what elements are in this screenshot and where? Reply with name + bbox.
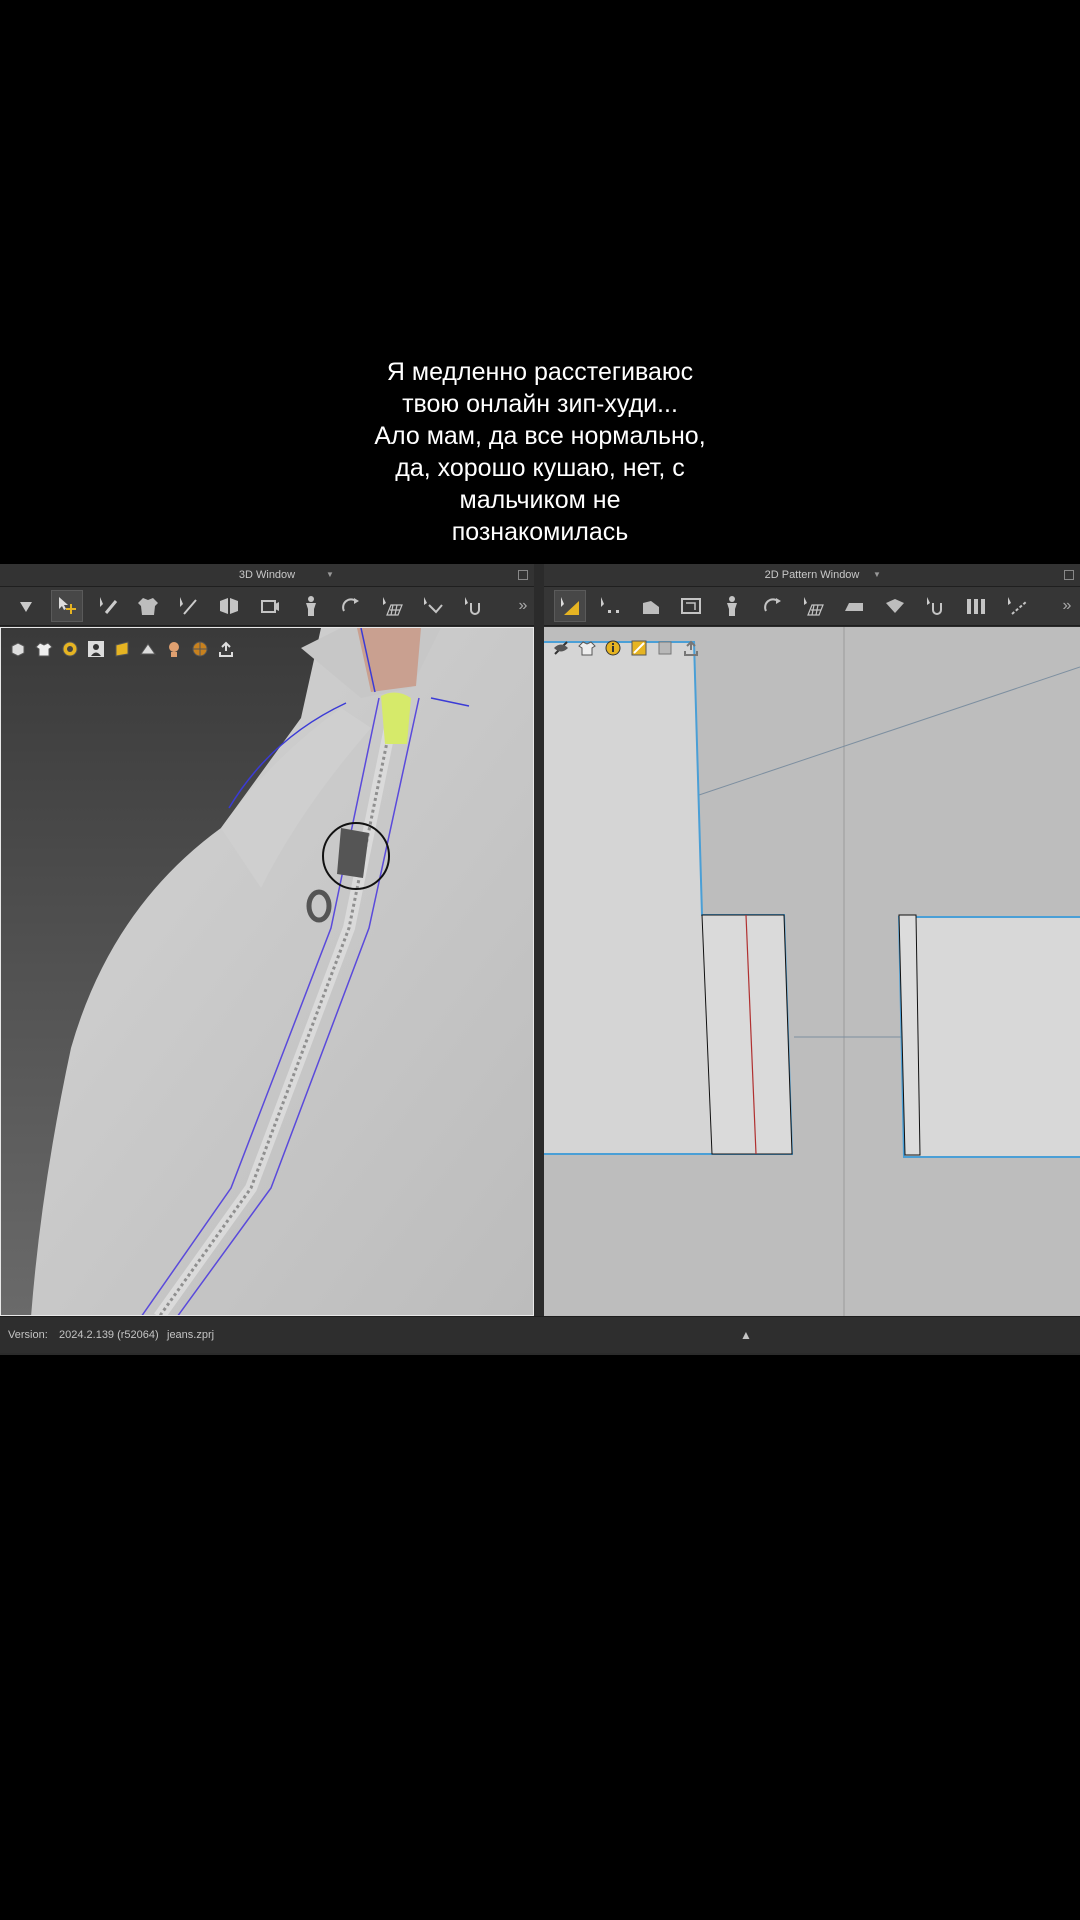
avatar-2d-icon[interactable] bbox=[716, 590, 748, 622]
window-3d-title: 3D Window bbox=[238, 569, 296, 581]
garment-3d-render bbox=[1, 628, 533, 1315]
window-3d-titlebar: 3D Window ▼ bbox=[0, 564, 534, 587]
export-icon[interactable] bbox=[215, 638, 237, 660]
grid-2d-icon[interactable] bbox=[797, 590, 829, 622]
pattern-2d-canvas bbox=[544, 627, 1080, 1316]
toolbar-3d-overflow-icon[interactable]: » bbox=[514, 593, 532, 619]
arrange-icon[interactable] bbox=[335, 590, 367, 622]
fold-icon[interactable] bbox=[213, 590, 245, 622]
columns-icon[interactable] bbox=[960, 590, 992, 622]
pane-splitter[interactable] bbox=[535, 564, 544, 1316]
cube-view-icon[interactable] bbox=[7, 638, 29, 660]
window-2d-dropdown-icon[interactable]: ▼ bbox=[873, 564, 881, 586]
zipper-2d-icon[interactable] bbox=[920, 590, 952, 622]
garment-icon[interactable] bbox=[132, 590, 164, 622]
window-3d-dropdown-icon[interactable]: ▼ bbox=[326, 564, 334, 586]
window-3d-undock-icon[interactable] bbox=[518, 570, 528, 580]
iron-icon[interactable] bbox=[838, 590, 870, 622]
avatar-icon[interactable] bbox=[295, 590, 327, 622]
camera-icon[interactable] bbox=[254, 590, 286, 622]
skin-icon[interactable] bbox=[163, 638, 185, 660]
expand-panel-icon[interactable]: ▲ bbox=[740, 1317, 752, 1353]
toolbar-3d: » bbox=[0, 587, 534, 626]
video-caption: Я медленно расстегиваюс твою онлайн зип-… bbox=[290, 356, 790, 548]
fabric-icon[interactable] bbox=[654, 637, 676, 659]
status-bar: Version: 2024.2.139 (r52064) jeans.zprj … bbox=[0, 1316, 1080, 1353]
rectangle-icon[interactable] bbox=[675, 590, 707, 622]
caption-line: познакомилась bbox=[451, 518, 629, 546]
edit-brush-icon[interactable] bbox=[92, 590, 124, 622]
toolbar-2d: » bbox=[544, 587, 1080, 626]
arrange-2d-icon[interactable] bbox=[757, 590, 789, 622]
sewing-icon[interactable] bbox=[417, 590, 449, 622]
pin-icon[interactable] bbox=[172, 590, 204, 622]
caption-line: твою онлайн зип-худи... bbox=[402, 390, 678, 418]
window-2d-titlebar: 2D Pattern Window ▼ bbox=[544, 564, 1080, 587]
render-icon[interactable] bbox=[189, 638, 211, 660]
fold-2d-icon[interactable] bbox=[879, 590, 911, 622]
select-move-icon[interactable] bbox=[51, 590, 83, 622]
avatar-view-icon[interactable] bbox=[85, 638, 107, 660]
edit-points-icon[interactable] bbox=[594, 590, 626, 622]
texture-view-icon[interactable] bbox=[59, 638, 81, 660]
viewport-2d[interactable] bbox=[544, 627, 1080, 1316]
version-value: 2024.2.139 (r52064) bbox=[59, 1329, 159, 1341]
info-icon[interactable] bbox=[602, 637, 624, 659]
texture-2d-icon[interactable] bbox=[628, 637, 650, 659]
export-2d-icon[interactable] bbox=[680, 637, 702, 659]
caption-line: Ало мам, да все нормально, bbox=[374, 422, 706, 450]
view-2d-toolbar bbox=[550, 637, 702, 659]
caption-line: мальчиком не bbox=[459, 486, 621, 514]
viewport-3d[interactable] bbox=[0, 627, 534, 1316]
toolbar-2d-overflow-icon[interactable]: » bbox=[1058, 593, 1076, 619]
surface-icon[interactable] bbox=[137, 638, 159, 660]
shading-icon[interactable] bbox=[111, 638, 133, 660]
caption-line: да, хорошо кушаю, нет, с bbox=[395, 454, 685, 482]
line-tool-icon[interactable] bbox=[1001, 590, 1033, 622]
garment-view-icon[interactable] bbox=[33, 638, 55, 660]
clo3d-application: 3D Window ▼ 2D Pattern Window ▼ » » Vers… bbox=[0, 564, 1080, 1355]
eye-icon[interactable] bbox=[550, 637, 572, 659]
transform-pattern-icon[interactable] bbox=[554, 590, 586, 622]
version-label: Version: bbox=[8, 1329, 48, 1341]
window-2d-title: 2D Pattern Window bbox=[764, 569, 860, 581]
move-down-icon[interactable] bbox=[10, 590, 42, 622]
file-name: jeans.zprj bbox=[167, 1329, 215, 1341]
window-2d-undock-icon[interactable] bbox=[1064, 570, 1074, 580]
grid-icon[interactable] bbox=[376, 590, 408, 622]
view-3d-toolbar bbox=[7, 638, 237, 660]
polygon-icon[interactable] bbox=[635, 590, 667, 622]
zipper-icon[interactable] bbox=[458, 590, 490, 622]
garment-view-2d-icon[interactable] bbox=[576, 637, 598, 659]
caption-line: Я медленно расстегиваюс bbox=[386, 358, 694, 386]
